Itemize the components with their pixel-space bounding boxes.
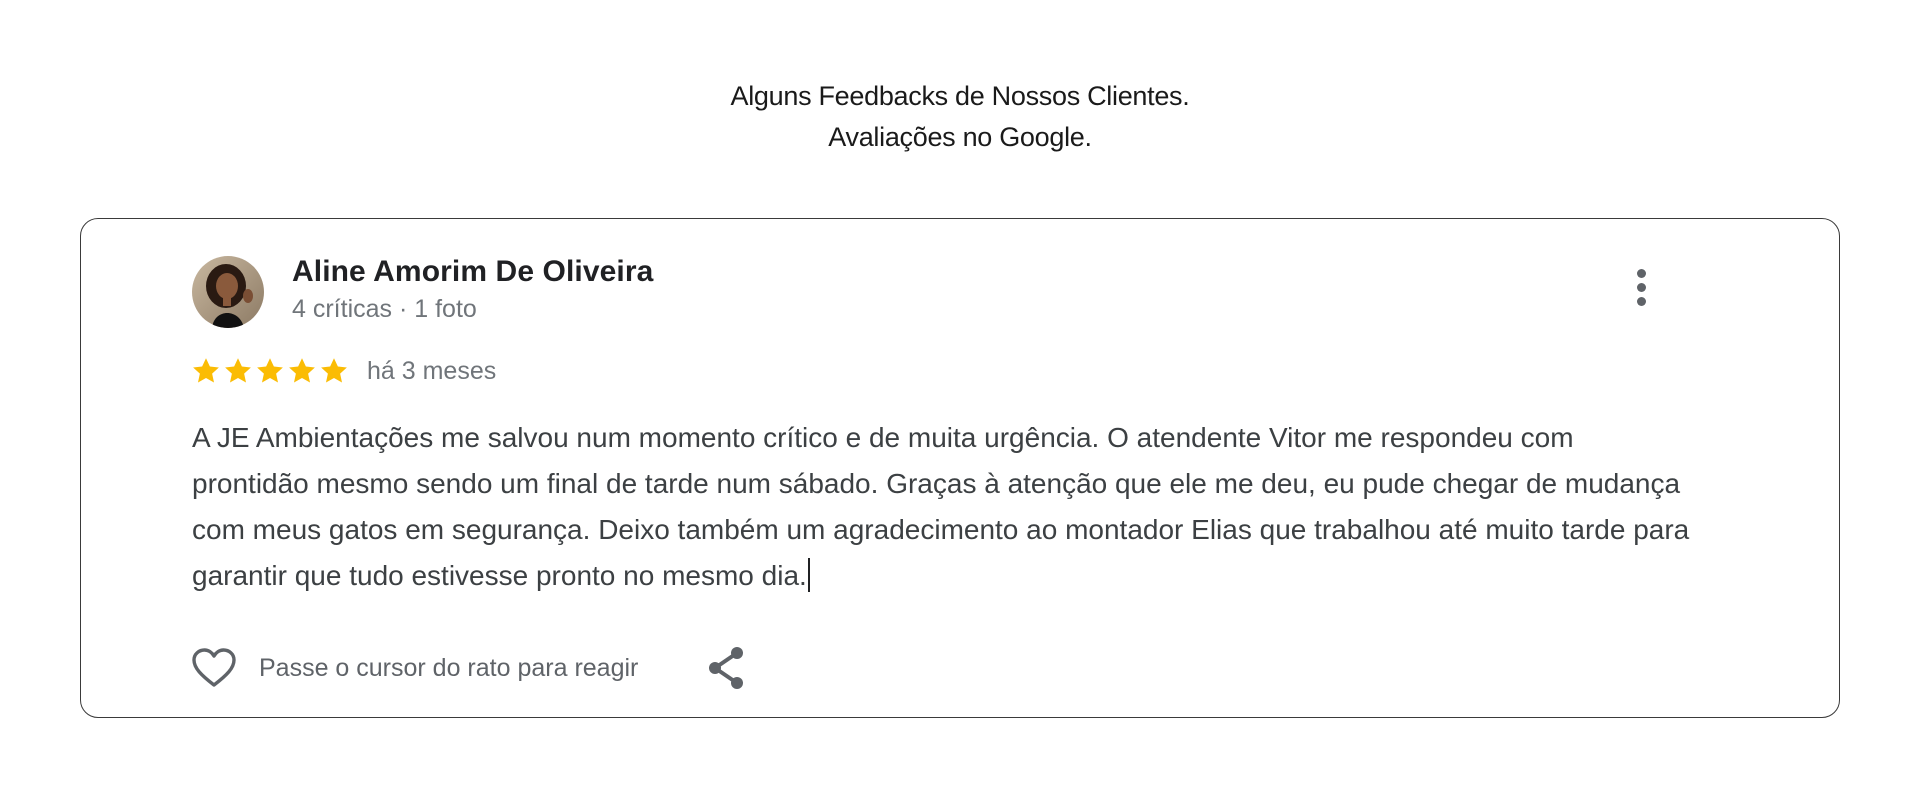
section-heading: Alguns Feedbacks de Nossos Clientes. Ava… xyxy=(0,76,1920,158)
review-text-content: A JE Ambientações me salvou num momento … xyxy=(192,422,1690,591)
heading-line-2: Avaliações no Google. xyxy=(828,122,1092,152)
review-card: Aline Amorim De Oliveira 4 críticas · 1 … xyxy=(80,218,1840,718)
star-rating xyxy=(191,356,349,386)
star-icon xyxy=(225,358,251,383)
rating-row: há 3 meses xyxy=(191,353,496,389)
text-cursor xyxy=(807,558,810,592)
avatar-photo xyxy=(192,256,264,328)
star-icon xyxy=(289,358,315,383)
avatar[interactable] xyxy=(192,256,264,328)
review-text: A JE Ambientações me salvou num momento … xyxy=(192,415,1692,599)
reviewer-meta: 4 críticas · 1 foto xyxy=(292,295,477,323)
heart-icon xyxy=(192,648,236,687)
heading-line-1: Alguns Feedbacks de Nossos Clientes. xyxy=(730,81,1190,111)
star-icon xyxy=(193,358,219,383)
reviewer-name[interactable]: Aline Amorim De Oliveira xyxy=(292,255,653,289)
star-icon xyxy=(257,358,283,383)
review-actions: Passe o cursor do rato para reagir xyxy=(191,645,746,691)
more-vertical-icon xyxy=(1629,269,1653,306)
like-button[interactable]: Passe o cursor do rato para reagir xyxy=(191,647,638,689)
more-options-button[interactable] xyxy=(1629,269,1653,315)
like-label: Passe o cursor do rato para reagir xyxy=(259,653,639,682)
star-icon xyxy=(321,358,347,383)
page: Alguns Feedbacks de Nossos Clientes. Ava… xyxy=(0,0,1920,800)
share-button[interactable] xyxy=(706,646,746,690)
review-date: há 3 meses xyxy=(367,356,497,385)
share-icon xyxy=(709,647,744,689)
